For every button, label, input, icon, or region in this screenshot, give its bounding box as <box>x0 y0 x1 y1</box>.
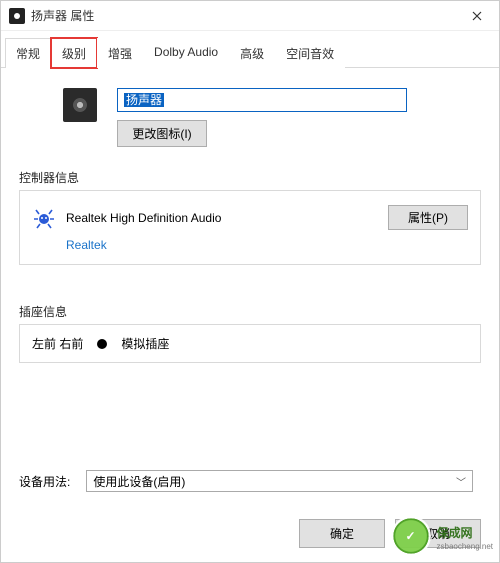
chevron-down-icon: ﹀ <box>456 474 466 489</box>
change-icon-button[interactable]: 更改图标(I) <box>117 120 207 147</box>
cancel-button[interactable]: 取消 <box>395 519 481 548</box>
controller-section-label: 控制器信息 <box>19 169 481 186</box>
realtek-icon <box>32 206 56 230</box>
tab-advanced[interactable]: 高级 <box>229 38 275 68</box>
tab-general[interactable]: 常规 <box>5 38 51 68</box>
jack-section-label: 插座信息 <box>19 303 481 320</box>
jack-type: 模拟插座 <box>121 335 169 352</box>
speaker-small-icon <box>9 8 25 24</box>
tab-enhance[interactable]: 增强 <box>97 38 143 68</box>
close-icon <box>472 11 482 21</box>
tab-dolby[interactable]: Dolby Audio <box>143 38 229 68</box>
device-name-selection: 扬声器 <box>124 93 164 107</box>
speaker-icon[interactable] <box>63 88 97 122</box>
close-button[interactable] <box>455 1 499 31</box>
jack-group: 左前 右前 模拟插座 <box>19 324 481 363</box>
controller-properties-button[interactable]: 属性(P) <box>388 205 468 230</box>
controller-vendor: Realtek <box>66 238 468 252</box>
tab-strip: 常规 级别 增强 Dolby Audio 高级 空间音效 <box>1 31 499 68</box>
device-name-input[interactable]: 扬声器 <box>117 88 407 112</box>
controller-group: Realtek High Definition Audio 属性(P) Real… <box>19 190 481 265</box>
usage-label: 设备用法: <box>19 473 70 490</box>
usage-selected: 使用此设备(启用) <box>93 473 185 490</box>
dialog-footer: 确定 取消 <box>299 519 481 548</box>
properties-dialog: 扬声器 属性 常规 级别 增强 Dolby Audio 高级 空间音效 扬声器 … <box>0 0 500 563</box>
usage-select[interactable]: 使用此设备(启用) ﹀ <box>86 470 473 492</box>
tab-levels[interactable]: 级别 <box>51 38 97 68</box>
tab-spatial[interactable]: 空间音效 <box>275 38 345 68</box>
tab-content: 扬声器 更改图标(I) 控制器信息 Realtek High Definitio… <box>1 68 499 363</box>
jack-position: 左前 右前 <box>32 335 83 352</box>
titlebar: 扬声器 属性 <box>1 1 499 31</box>
window-title: 扬声器 属性 <box>31 7 94 24</box>
jack-color-dot <box>97 339 107 349</box>
ok-button[interactable]: 确定 <box>299 519 385 548</box>
controller-name: Realtek High Definition Audio <box>66 211 221 225</box>
